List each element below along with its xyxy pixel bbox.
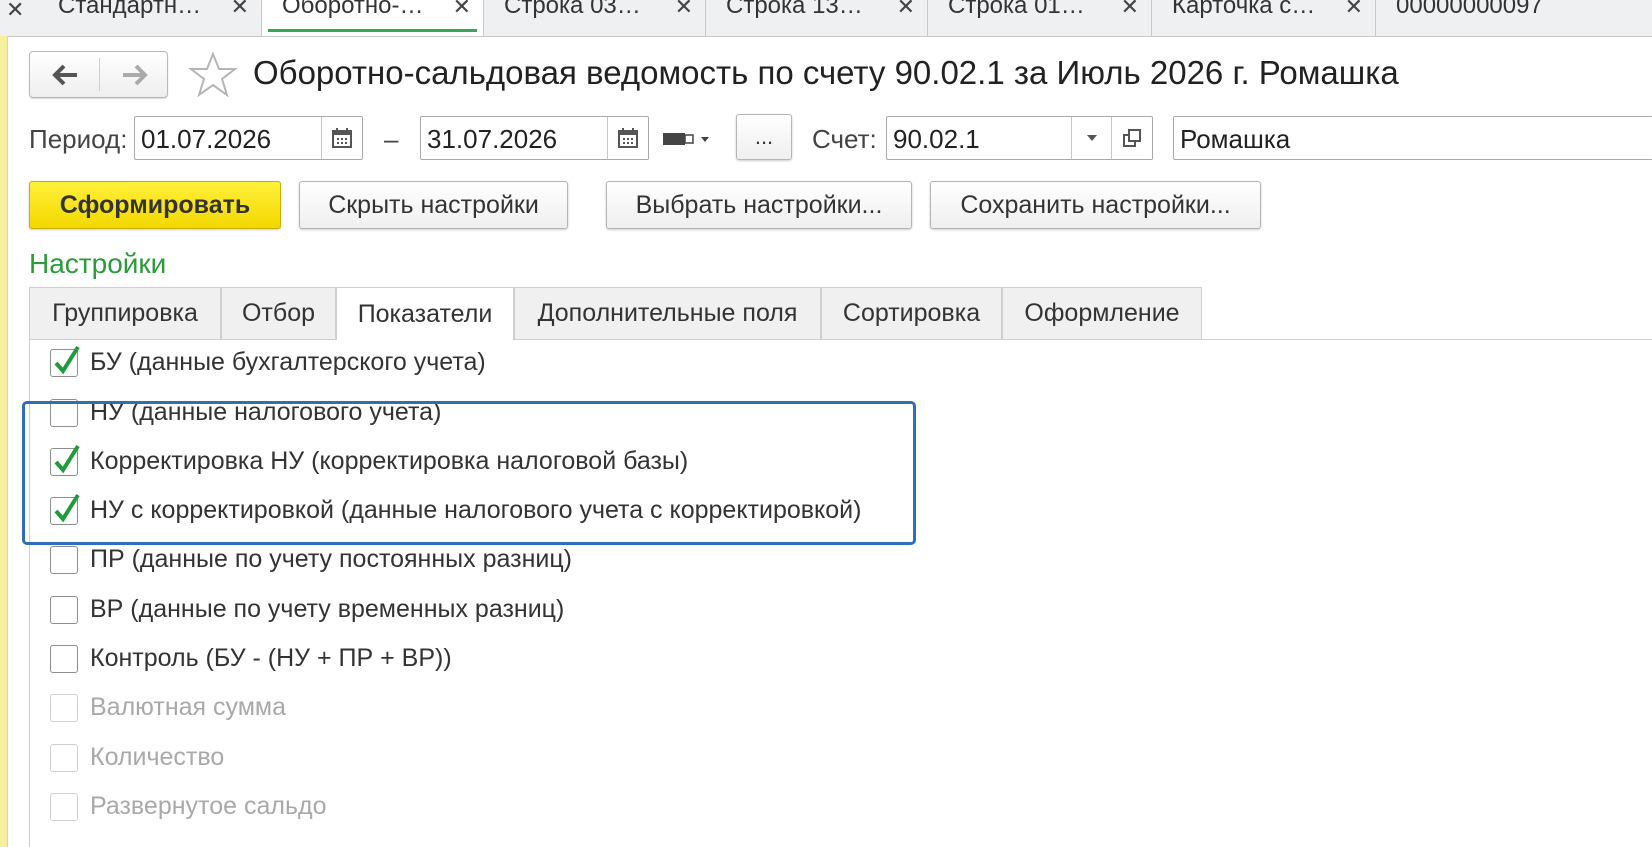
tab-label: 00000000097 (1396, 0, 1543, 19)
indicator-checkbox[interactable] (50, 546, 78, 574)
tab-label: Строка 13… (726, 0, 863, 19)
choose-settings-button[interactable]: Выбрать настройки... (606, 181, 912, 229)
period-start-field[interactable]: 01.07.2026 (134, 116, 363, 160)
calendar-icon (618, 128, 638, 148)
organization-value: Ромашка (1180, 124, 1291, 154)
calendar-icon (332, 128, 352, 148)
chevron-down-icon (1087, 135, 1097, 141)
tab-strip: ✕ Стандартн… ✕ Оборотно-… ✕ Строка 03… ✕… (0, 0, 1652, 37)
account-dropdown-button[interactable] (1071, 117, 1112, 159)
arrow-left-icon (51, 64, 77, 85)
settings-title: Настройки (29, 248, 167, 279)
divider (29, 339, 1652, 340)
indicator-label: БУ (данные бухгалтерского учета) (90, 348, 486, 376)
tab-label: Строка 01… (948, 0, 1085, 19)
tab-filter[interactable]: Отбор (221, 287, 336, 339)
indicator-checkbox (50, 793, 78, 821)
period-label: Период: (29, 124, 128, 154)
period-dash: – (384, 124, 399, 154)
account-field[interactable]: 90.02.1 (886, 116, 1153, 160)
indicator-checkbox[interactable] (50, 596, 78, 624)
close-icon[interactable]: ✕ (1345, 0, 1363, 18)
tab-label: Строка 03… (504, 0, 641, 19)
tab-appearance[interactable]: Оформление (1002, 287, 1202, 339)
indicator-label: ВР (данные по учету временных разниц) (90, 595, 565, 623)
highlight-frame (22, 401, 916, 545)
organization-field[interactable]: Ромашка (1173, 116, 1652, 160)
tab-label: Карточка с… (1172, 0, 1316, 19)
tab-document[interactable]: 00000000097 (1376, 0, 1652, 36)
period-end-field[interactable]: 31.07.2026 (420, 116, 649, 160)
tab-additional-fields[interactable]: Дополнительные поля (514, 287, 821, 339)
indicator-label: Количество (90, 743, 225, 771)
tab-line-01[interactable]: Строка 01… ✕ (928, 0, 1152, 36)
save-settings-button[interactable]: Сохранить настройки... (930, 181, 1261, 229)
tab-line-13[interactable]: Строка 13… ✕ (706, 0, 928, 36)
page-title: Оборотно-сальдовая ведомость по счету 90… (253, 54, 1399, 91)
period-more-button[interactable]: ... (736, 114, 792, 160)
indicator-label: Контроль (БУ - (НУ + ПР + ВР)) (90, 644, 452, 672)
tab-standard[interactable]: Стандартн… ✕ (38, 0, 262, 36)
tab-label: Стандартн… (58, 0, 202, 19)
calendar-button[interactable] (321, 117, 362, 159)
account-value: 90.02.1 (893, 124, 980, 154)
indicator-checkbox[interactable] (50, 345, 80, 377)
navigation-buttons (29, 51, 168, 98)
close-icon[interactable]: ✕ (1121, 0, 1139, 18)
close-icon[interactable]: ✕ (231, 0, 249, 18)
tab-turnover[interactable]: Оборотно-… ✕ (262, 0, 484, 36)
period-variant-dropdown[interactable] (663, 128, 715, 150)
generate-button[interactable]: Сформировать (29, 181, 281, 229)
close-icon[interactable]: ✕ (453, 0, 471, 18)
left-edge-strip (0, 36, 8, 847)
indicator-label: Валютная сумма (90, 693, 287, 721)
close-icon[interactable]: ✕ (897, 0, 915, 18)
indicator-label: ПР (данные по учету постоянных разниц) (90, 545, 572, 573)
tab-label: Оборотно-… (282, 0, 424, 19)
tab-grouping[interactable]: Группировка (29, 287, 221, 339)
account-label: Счет: (812, 124, 877, 154)
tab-card[interactable]: Карточка с… ✕ (1152, 0, 1376, 36)
back-button[interactable] (30, 52, 99, 97)
tab-indicators[interactable]: Показатели (336, 287, 514, 340)
close-icon[interactable]: ✕ (6, 0, 24, 23)
period-start-value: 01.07.2026 (141, 124, 272, 154)
indicator-label: Развернутое сальдо (90, 792, 327, 820)
arrow-right-icon (122, 64, 148, 85)
star-icon[interactable] (188, 50, 238, 100)
open-icon (1123, 129, 1141, 147)
indicator-checkbox[interactable] (50, 645, 78, 673)
indicator-checkbox (50, 744, 78, 772)
tab-sorting[interactable]: Сортировка (821, 287, 1002, 339)
period-end-value: 31.07.2026 (427, 124, 558, 154)
period-variant-icon (663, 133, 709, 145)
checkmark-icon (54, 345, 80, 375)
forward-button[interactable] (100, 52, 169, 97)
indicator-checkbox (50, 694, 78, 722)
close-icon[interactable]: ✕ (675, 0, 693, 18)
tab-line-03[interactable]: Строка 03… ✕ (484, 0, 706, 36)
active-tab-indicator (268, 29, 477, 32)
account-open-button[interactable] (1111, 117, 1152, 159)
hide-settings-button[interactable]: Скрыть настройки (299, 181, 568, 229)
calendar-button[interactable] (607, 117, 648, 159)
